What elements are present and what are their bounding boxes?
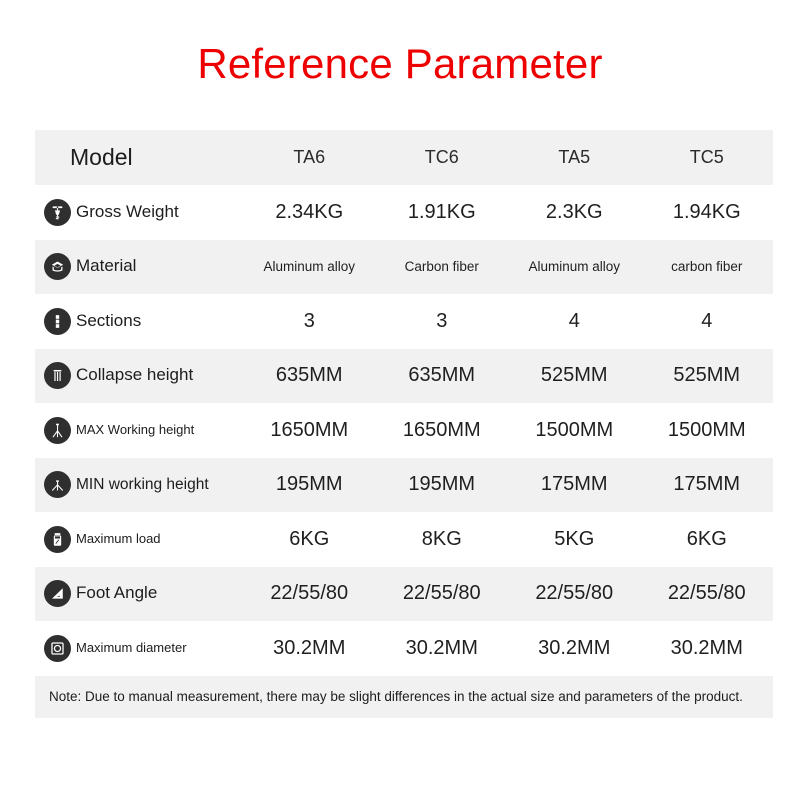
table-row: Collapse height 635MM 635MM 525MM 525MM <box>35 348 773 403</box>
tripod-tall-icon <box>44 416 71 444</box>
table-row: MIN working height 195MM 195MM 175MM 175… <box>35 457 773 512</box>
footer-note-text: Note: Due to manual measurement, there m… <box>49 689 743 704</box>
header-column-3: TA5 <box>558 147 591 167</box>
row-value-ta5: 525MM <box>540 364 608 387</box>
row-value-tc6: 3 <box>436 309 448 332</box>
folded-tripod-icon <box>44 362 71 390</box>
footer-note-row: Note: Due to manual measurement, there m… <box>35 675 773 718</box>
row-value-tc6: 1.91KG <box>407 200 476 223</box>
hanging-scale-icon <box>44 198 71 226</box>
table-row: MAX Working height 1650MM 1650MM 1500MM … <box>35 403 773 458</box>
row-value-ta5: 5KG <box>554 527 595 550</box>
table-header-row: Model TA6 TC6 TA5 TC5 <box>35 130 773 185</box>
table-row: Foot Angle 22/55/80 22/55/80 22/55/80 22… <box>35 566 773 621</box>
specification-table: Model TA6 TC6 TA5 TC5 Gross Weight 2.34K… <box>35 130 773 718</box>
tripod-low-icon <box>44 471 71 499</box>
header-label-cell: Model <box>35 144 243 171</box>
reference-parameter-page: Reference Parameter Model TA6 TC6 TA5 TC… <box>0 0 800 800</box>
table-row: Gross Weight 2.34KG 1.91KG 2.3KG 1.94KG <box>35 185 773 240</box>
header-column-1: TA6 <box>293 147 326 167</box>
max-load-icon <box>44 525 71 553</box>
row-value-tc6: 22/55/80 <box>402 582 481 605</box>
row-value-tc5: 1500MM <box>667 418 746 441</box>
row-label: Gross Weight <box>76 201 179 221</box>
diameter-icon <box>44 634 71 662</box>
page-title: Reference Parameter <box>197 40 603 87</box>
row-value-tc5: carbon fiber <box>671 259 743 275</box>
row-value-ta6: 30.2MM <box>273 636 346 659</box>
row-value-ta5: 1500MM <box>535 418 614 441</box>
row-value-tc6: 195MM <box>408 473 476 496</box>
row-value-tc5: 22/55/80 <box>667 582 746 605</box>
row-label-cell: Maximum diameter <box>35 634 243 662</box>
row-label-cell: Foot Angle <box>35 580 243 608</box>
table-row: Maximum diameter 30.2MM 30.2MM 30.2MM 30… <box>35 621 773 676</box>
row-label-cell: Collapse height <box>35 362 243 390</box>
row-value-tc5: 6KG <box>686 527 727 550</box>
header-column-4: TC5 <box>689 147 724 167</box>
row-value-ta6: 2.34KG <box>275 200 344 223</box>
row-value-ta6: 635MM <box>275 364 343 387</box>
row-label-cell: Maximum load <box>35 525 243 553</box>
row-value-tc6: Carbon fiber <box>404 259 479 275</box>
row-label: Collapse height <box>76 365 194 385</box>
row-value-tc6: 635MM <box>408 364 476 387</box>
row-label-cell: MIN working height <box>35 471 243 499</box>
table-row: Sections 3 3 4 4 <box>35 294 773 349</box>
row-value-ta5: 22/55/80 <box>535 582 614 605</box>
row-value-tc6: 1650MM <box>402 418 481 441</box>
row-value-ta6: 195MM <box>275 473 343 496</box>
row-value-tc6: 8KG <box>421 527 462 550</box>
row-label: Sections <box>76 310 142 330</box>
header-model-label: Model <box>70 144 133 170</box>
row-label: MAX Working height <box>76 422 195 438</box>
tube-sections-icon <box>44 307 71 335</box>
row-label-cell: Material <box>35 253 243 281</box>
table-row: Maximum load 6KG 8KG 5KG 6KG <box>35 512 773 567</box>
material-layers-icon <box>44 253 71 281</box>
row-value-ta5: 30.2MM <box>538 636 611 659</box>
row-value-ta6: 6KG <box>289 527 330 550</box>
row-value-ta6: 22/55/80 <box>270 582 349 605</box>
row-value-tc5: 4 <box>701 309 713 332</box>
row-value-tc5: 525MM <box>673 364 741 387</box>
row-value-tc6: 30.2MM <box>405 636 478 659</box>
row-label: Foot Angle <box>76 583 158 603</box>
row-value-ta6: 1650MM <box>270 418 349 441</box>
row-label: Maximum load <box>76 531 161 547</box>
row-value-ta5: 4 <box>568 309 580 332</box>
row-label: Maximum diameter <box>76 640 187 656</box>
row-value-ta6: 3 <box>303 309 315 332</box>
header-column-2: TC6 <box>424 147 459 167</box>
row-value-ta5: Aluminum alloy <box>528 259 621 275</box>
row-value-tc5: 175MM <box>673 473 741 496</box>
row-label: Material <box>76 256 137 276</box>
row-value-tc5: 1.94KG <box>672 200 741 223</box>
row-label-cell: MAX Working height <box>35 416 243 444</box>
row-label-cell: Gross Weight <box>35 198 243 226</box>
row-value-ta5: 175MM <box>540 473 608 496</box>
row-value-ta5: 2.3KG <box>545 200 603 223</box>
row-value-ta6: Aluminum alloy <box>263 259 356 275</box>
table-row: Material Aluminum alloy Carbon fiber Alu… <box>35 239 773 294</box>
row-value-tc5: 30.2MM <box>670 636 743 659</box>
row-label-cell: Sections <box>35 307 243 335</box>
row-label: MIN working height <box>76 476 209 494</box>
foot-angle-icon <box>44 580 71 608</box>
